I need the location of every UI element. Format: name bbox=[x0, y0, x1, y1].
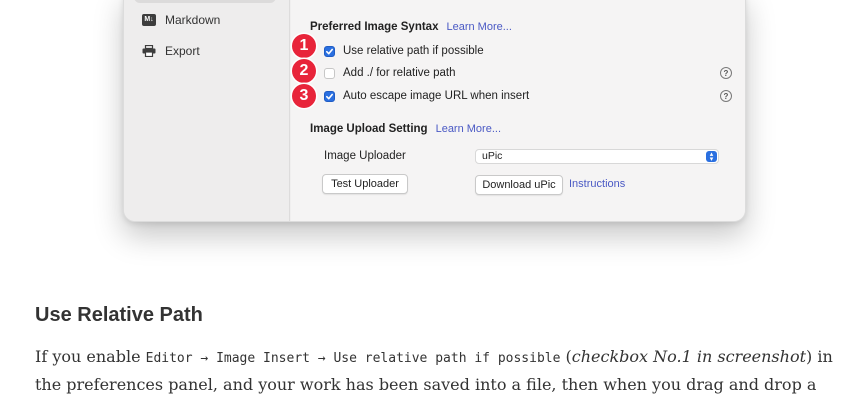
use-relative-path-option[interactable]: Use relative path if possible bbox=[324, 43, 484, 59]
download-upic-button[interactable]: Download uPic bbox=[475, 175, 563, 195]
image-upload-learn-more-link[interactable]: Learn More... bbox=[436, 123, 501, 135]
sidebar-selected-item[interactable] bbox=[134, 0, 276, 3]
article-paragraph: If you enable Editor → Image Insert → Us… bbox=[35, 344, 847, 404]
paragraph-text-start: If you enable bbox=[35, 347, 146, 366]
select-arrows-icon: ▴ ▾ bbox=[706, 151, 717, 163]
image-syntax-title: Preferred Image Syntax Learn More... bbox=[310, 21, 512, 33]
test-uploader-button[interactable]: Test Uploader bbox=[322, 174, 408, 194]
callout-badge-3: 3 bbox=[292, 84, 316, 108]
instructions-link[interactable]: Instructions bbox=[569, 178, 625, 190]
image-uploader-select[interactable]: uPic ▴ ▾ bbox=[475, 149, 719, 164]
help-icon[interactable]: ? bbox=[720, 90, 732, 102]
checkbox-reference: checkbox No.1 in screenshot bbox=[571, 347, 807, 366]
sidebar-item-label: Export bbox=[165, 44, 200, 58]
image-syntax-title-text: Preferred Image Syntax bbox=[310, 21, 439, 33]
menu-path-code: Editor → Image Insert → Use relative pat… bbox=[145, 351, 561, 366]
image-syntax-learn-more-link[interactable]: Learn More... bbox=[446, 21, 511, 33]
markdown-icon: M↓ bbox=[142, 14, 156, 26]
sidebar-item-label: Markdown bbox=[165, 13, 221, 27]
image-upload-title: Image Upload Setting Learn More... bbox=[310, 123, 501, 135]
section-heading: Use Relative Path bbox=[35, 304, 203, 326]
preferences-window: M↓ Markdown Export Preferred Image Synta… bbox=[123, 0, 746, 222]
image-uploader-label: Image Uploader bbox=[324, 150, 406, 162]
callout-badge-1: 1 bbox=[292, 34, 316, 58]
printer-icon bbox=[142, 45, 156, 57]
image-upload-title-text: Image Upload Setting bbox=[310, 123, 428, 135]
auto-escape-url-option[interactable]: Auto escape image URL when insert bbox=[324, 88, 529, 104]
image-uploader-value: uPic bbox=[482, 150, 503, 162]
preferences-sidebar: M↓ Markdown Export bbox=[124, 0, 290, 221]
sidebar-item-markdown[interactable]: M↓ Markdown bbox=[142, 11, 220, 29]
callout-badge-2: 2 bbox=[292, 59, 316, 83]
auto-escape-url-checkbox[interactable] bbox=[324, 90, 335, 102]
use-relative-path-checkbox[interactable] bbox=[324, 45, 335, 57]
add-dot-slash-option[interactable]: Add ./ for relative path bbox=[324, 65, 456, 81]
use-relative-path-label: Use relative path if possible bbox=[343, 45, 484, 57]
paragraph-paren: ( bbox=[560, 347, 572, 366]
sidebar-item-export[interactable]: Export bbox=[142, 42, 200, 60]
add-dot-slash-label: Add ./ for relative path bbox=[343, 67, 456, 79]
add-dot-slash-checkbox[interactable] bbox=[324, 67, 335, 79]
auto-escape-url-label: Auto escape image URL when insert bbox=[343, 90, 530, 102]
help-icon[interactable]: ? bbox=[720, 67, 732, 79]
